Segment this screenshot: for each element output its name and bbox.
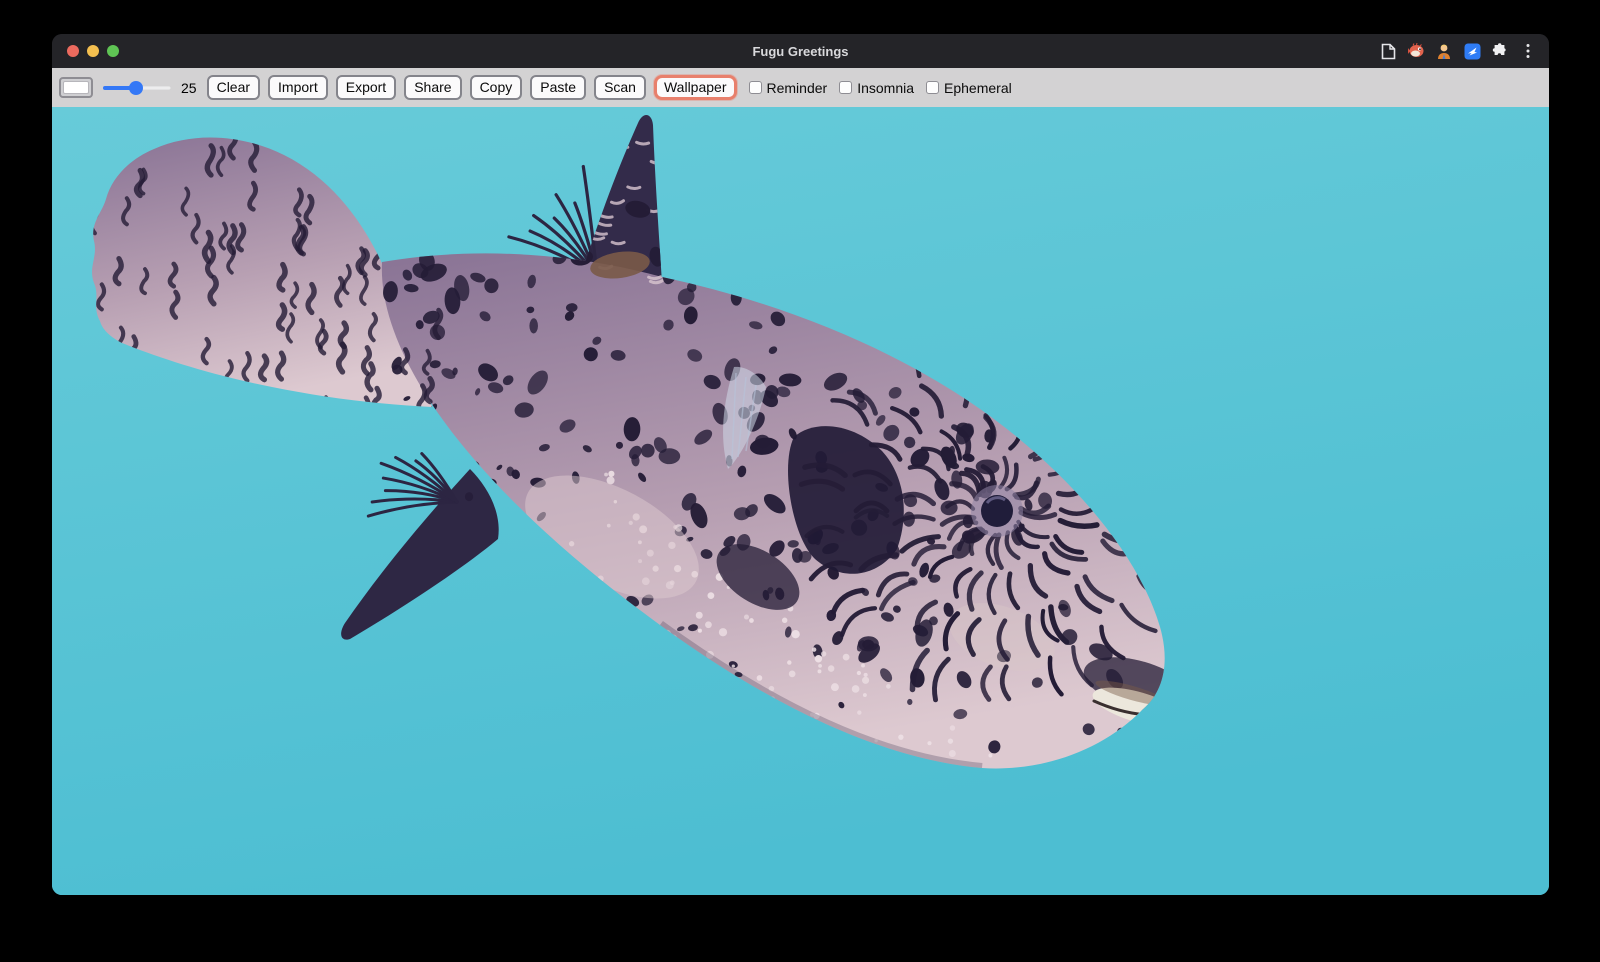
insomnia-checkbox-group[interactable]: Insomnia [839,80,914,96]
reminder-label: Reminder [767,80,828,96]
ephemeral-checkbox-group[interactable]: Ephemeral [926,80,1012,96]
copy-button[interactable]: Copy [470,75,523,100]
minimize-button[interactable] [87,45,99,57]
insomnia-label: Insomnia [857,80,914,96]
ephemeral-checkbox[interactable] [926,81,939,94]
insomnia-checkbox[interactable] [839,81,852,94]
pufferfish-photo [52,107,1549,895]
document-icon[interactable] [1379,42,1397,60]
close-button[interactable] [67,45,79,57]
ephemeral-label: Ephemeral [944,80,1012,96]
paste-button[interactable]: Paste [530,75,586,100]
pen-size-value: 25 [181,80,197,96]
color-picker-value [63,81,89,94]
drawing-canvas[interactable] [52,107,1549,895]
reminder-checkbox[interactable] [749,81,762,94]
traffic-lights [67,45,119,57]
clear-button[interactable]: Clear [207,75,260,100]
share-button[interactable]: Share [404,75,461,100]
overflow-menu-icon[interactable] [1519,42,1537,60]
extensions-puzzle-icon[interactable] [1491,42,1509,60]
color-picker-input[interactable] [59,77,93,98]
app-badge-icon[interactable] [1463,42,1481,60]
drawing-toolbar: 25 Clear Import Export Share Copy Paste … [52,68,1549,107]
window-title: Fugu Greetings [52,44,1549,59]
slider-thumb[interactable] [129,81,143,95]
app-window: Fugu Greetings [52,34,1549,895]
pen-size-slider[interactable] [103,80,171,96]
pufferfish-icon[interactable] [1407,42,1425,60]
import-button[interactable]: Import [268,75,328,100]
titlebar-icon-group [1379,34,1537,68]
wallpaper-button[interactable]: Wallpaper [654,75,737,100]
reminder-checkbox-group[interactable]: Reminder [749,80,828,96]
person-icon[interactable] [1435,42,1453,60]
export-button[interactable]: Export [336,75,396,100]
scan-button[interactable]: Scan [594,75,646,100]
zoom-button[interactable] [107,45,119,57]
titlebar: Fugu Greetings [52,34,1549,68]
